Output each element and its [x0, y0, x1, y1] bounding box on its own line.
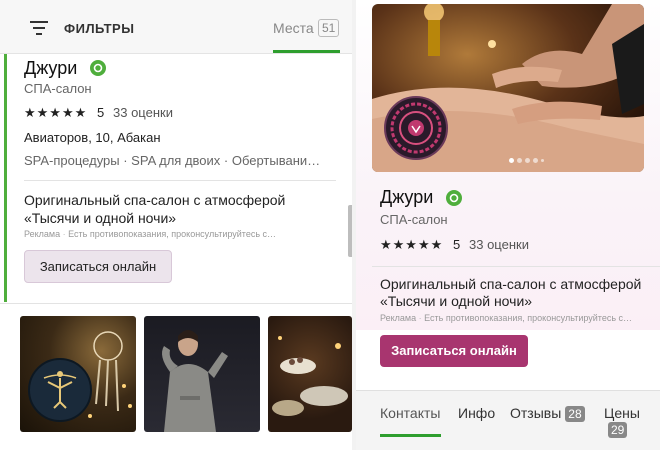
- dreamcatcher-photo-icon: [28, 331, 132, 422]
- ad-label: Реклама · Есть противопоказания, проконс…: [24, 229, 277, 239]
- tab-prices-label: Цены: [604, 405, 640, 421]
- rating-value: 5: [97, 105, 105, 120]
- tab-contacts[interactable]: Контакты: [380, 405, 440, 421]
- active-tab-underline: [380, 434, 441, 437]
- person-photo-icon: [162, 330, 228, 432]
- tab-reviews[interactable]: Отзывы 28: [510, 405, 585, 422]
- place-description-line1: Оригинальный спа-салон с атмосферой: [380, 276, 642, 292]
- gallery-dot-active[interactable]: [509, 158, 514, 163]
- listing-photo[interactable]: [144, 316, 260, 432]
- rating-value: 5: [453, 237, 461, 252]
- results-header: ФИЛЬТРЫ Места 51: [0, 0, 352, 54]
- places-count-badge: 51: [318, 19, 340, 37]
- spa-stones-photo-icon: [272, 336, 348, 416]
- card-divider: [0, 303, 352, 304]
- brand-logo-icon: [384, 96, 448, 160]
- listing-card[interactable]: Джури СПА-салон ★★★★★ 5 33 оценки Авиато…: [0, 54, 352, 302]
- ad-label-text: Реклама: [380, 313, 417, 323]
- tab-prices[interactable]: Цены29: [604, 405, 660, 438]
- prices-count-badge: 29: [608, 422, 628, 438]
- ad-disclaimer: Есть противопоказания, проконсультируйте…: [424, 313, 633, 323]
- active-tab-underline: [273, 50, 340, 53]
- listing-address: Авиаторов, 10, Абакан: [24, 130, 161, 145]
- reviews-count[interactable]: 33 оценки: [469, 237, 529, 252]
- reviews-count[interactable]: 33 оценки: [113, 105, 173, 120]
- places-tab-label: Места: [273, 20, 314, 36]
- scrollbar-thumb[interactable]: [348, 205, 352, 257]
- place-detail-panel: Джури СПА-салон ★★★★★ 5 33 оценки Оригин…: [356, 0, 660, 450]
- divider: [24, 180, 336, 181]
- listing-description-line1: Оригинальный спа-салон с атмосферой: [24, 192, 286, 208]
- gallery-dot[interactable]: [517, 158, 522, 163]
- listing-category: СПА-салон: [24, 81, 92, 96]
- tab-info[interactable]: Инфо: [458, 405, 495, 421]
- verified-badge-icon: [446, 190, 462, 206]
- listing-photo[interactable]: [20, 316, 136, 432]
- listing-photo[interactable]: [268, 316, 352, 432]
- place-category: СПА-салон: [380, 212, 448, 227]
- ad-label-text: Реклама: [24, 229, 61, 239]
- gallery-dot[interactable]: [525, 158, 530, 163]
- tab-reviews-label: Отзывы: [510, 405, 562, 421]
- rating-stars-icon: ★★★★★: [24, 105, 88, 120]
- reviews-count-badge: 28: [565, 406, 585, 422]
- listing-name[interactable]: Джури: [24, 58, 77, 79]
- place-name: Джури: [380, 187, 434, 207]
- book-online-button[interactable]: Записаться онлайн: [380, 335, 528, 367]
- search-results-panel: ФИЛЬТРЫ Места 51 Джури СПА-салон ★★★★★ 5…: [0, 0, 352, 450]
- ad-disclaimer: Есть противопоказания, проконсультируйте…: [68, 229, 277, 239]
- ad-label: Реклама · Есть противопоказания, проконс…: [380, 313, 633, 323]
- gallery-dot[interactable]: [541, 159, 544, 162]
- hero-gallery[interactable]: [372, 4, 644, 172]
- listing-description-line2: «Тысячи и одной ночи»: [24, 210, 177, 226]
- place-description-line2: «Тысячи и одной ночи»: [380, 293, 533, 309]
- listing-services: SPA-процедуры · SPA для двоих · Обертыва…: [24, 153, 321, 168]
- filter-icon[interactable]: [30, 21, 48, 35]
- book-online-button[interactable]: Записаться онлайн: [24, 250, 172, 283]
- verified-badge-icon: [90, 60, 106, 76]
- divider: [372, 266, 660, 267]
- card-accent-bar: [4, 54, 7, 302]
- gallery-dot[interactable]: [533, 158, 538, 163]
- detail-tabs: Контакты Инфо Отзывы 28 Цены29: [356, 390, 660, 450]
- filters-button[interactable]: ФИЛЬТРЫ: [64, 21, 134, 36]
- rating-stars-icon: ★★★★★: [380, 237, 444, 252]
